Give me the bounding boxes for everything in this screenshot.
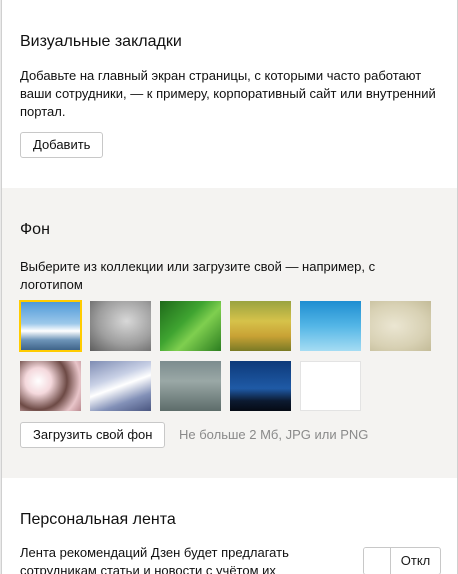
personal-feed-description: Лента рекомендаций Дзен будет предлагать…: [20, 544, 350, 574]
personal-feed-title: Персональная лента: [20, 511, 176, 528]
thumbnail-snowy-peaks[interactable]: [90, 361, 151, 411]
upload-background-button[interactable]: Загрузить свой фон: [20, 422, 166, 448]
description-line: Добавьте на главный экран страницы, с ко…: [20, 68, 422, 83]
thumbnail-night-forest[interactable]: [230, 361, 291, 411]
thumbnail-misty-forest[interactable]: [90, 301, 151, 351]
visual-bookmarks-section: Визуальные закладки Добавьте на главный …: [2, 0, 457, 188]
toggle-knob: [364, 548, 391, 574]
description-line: Выберите из коллекции или загрузите свой…: [20, 259, 376, 292]
description-line: ваши сотрудники, — к примеру, корпоратив…: [20, 86, 436, 101]
visual-bookmarks-description: Добавьте на главный экран страницы, с ко…: [20, 67, 440, 121]
background-section: Фон Выберите из коллекции или загрузите …: [2, 188, 457, 478]
background-title: Фон: [20, 221, 50, 238]
thumbnail-plain-white[interactable]: [300, 361, 361, 411]
thumbnail-cherry-blossom[interactable]: [20, 361, 81, 411]
description-line: сотрудникам статьи и новости с учётом их: [20, 563, 276, 574]
personal-feed-section: Персональная лента Лента рекомендаций Дз…: [2, 478, 457, 574]
thumbnail-blue-gradient[interactable]: [300, 301, 361, 351]
thumbnail-beige-texture[interactable]: [370, 301, 431, 351]
thumbnail-green-grass[interactable]: [160, 301, 221, 351]
upload-hint: Не больше 2 Мб, JPG или PNG: [179, 427, 369, 442]
thumbnail-mountains-clouds[interactable]: [19, 300, 82, 352]
description-line: Лента рекомендаций Дзен будет предлагать: [20, 545, 289, 560]
toggle-label: Откл: [400, 553, 431, 568]
settings-panel: Визуальные закладки Добавьте на главный …: [1, 0, 458, 574]
thumbnail-yellow-field[interactable]: [230, 301, 291, 351]
personal-feed-toggle[interactable]: Откл: [363, 547, 441, 574]
add-bookmark-button[interactable]: Добавить: [20, 132, 104, 158]
visual-bookmarks-title: Визуальные закладки: [20, 33, 182, 50]
description-line: портал.: [20, 104, 66, 119]
thumbnail-rainy-glass[interactable]: [160, 361, 221, 411]
